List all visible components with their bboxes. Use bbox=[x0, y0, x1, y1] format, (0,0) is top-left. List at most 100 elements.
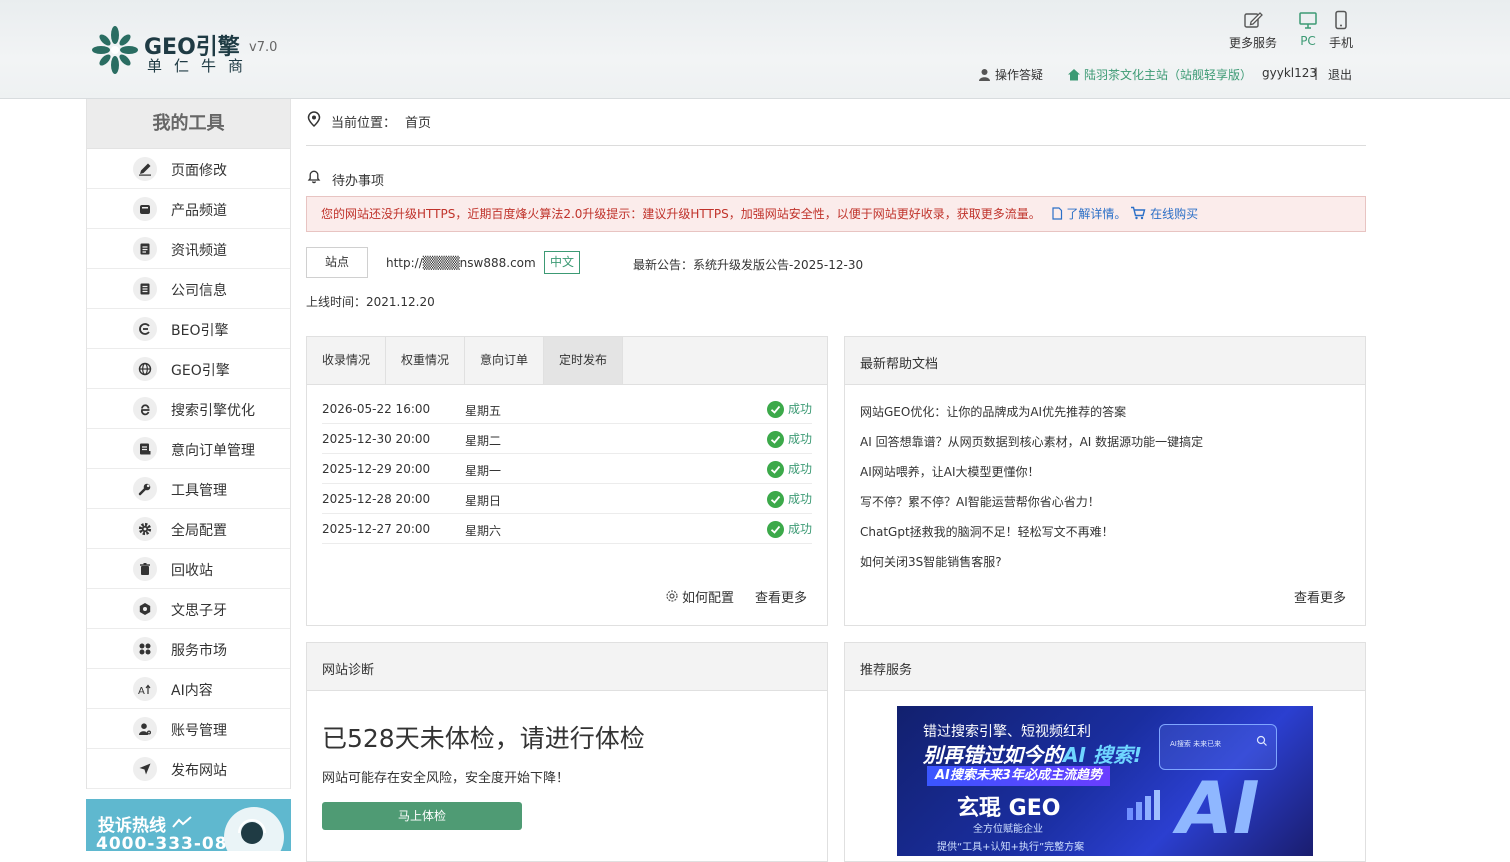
logout-link[interactable]: 退出 bbox=[1328, 66, 1352, 83]
sidebar-item-label: AI内容 bbox=[171, 683, 213, 699]
check-circle-icon bbox=[766, 491, 784, 508]
table-row: 2025-12-29 20:00 星期一 成功 bbox=[322, 454, 812, 484]
sidebar: 我的工具 页面修改 产品频道 资讯频道 公司信息 BEO引擎 GEO引擎 搜索引… bbox=[86, 99, 291, 789]
trash-icon bbox=[133, 557, 157, 581]
wrench-icon bbox=[133, 477, 157, 501]
schedule-panel: 收录情况 权重情况 意向订单 定时发布 2026-05-22 16:00 星期五… bbox=[306, 336, 828, 626]
help-more-link[interactable]: 查看更多 bbox=[1294, 587, 1346, 606]
help-label: 操作答疑 bbox=[995, 68, 1044, 82]
breadcrumb: 当前位置： 首页 bbox=[306, 108, 1366, 146]
sidebar-item-account[interactable]: 账号管理 bbox=[87, 709, 290, 749]
settings-icon bbox=[666, 590, 678, 602]
pen-icon bbox=[133, 157, 157, 181]
sidebar-item-label: 搜索引擎优化 bbox=[171, 403, 255, 419]
diagnosis-title: 网站诊断 bbox=[322, 663, 375, 678]
sidebar-item-ai-content[interactable]: A AI内容 bbox=[87, 669, 290, 709]
sidebar-item-label: 页面修改 bbox=[171, 163, 227, 179]
hotline-number: 4000-333-087 bbox=[96, 834, 241, 851]
tab-orders[interactable]: 意向订单 bbox=[465, 337, 544, 384]
sidebar-item-geo[interactable]: GEO引擎 bbox=[87, 349, 290, 389]
details-link[interactable]: 了解详情。 bbox=[1066, 207, 1126, 221]
mobile-view-button[interactable]: 手机 bbox=[1327, 10, 1355, 51]
row-status: 成功 bbox=[787, 492, 812, 506]
sidebar-item-tools[interactable]: 工具管理 bbox=[87, 469, 290, 509]
help-doc-link[interactable]: 写不停？累不停？AI智能运营帮你省心省力！ bbox=[860, 493, 1100, 510]
location-pin-icon bbox=[307, 111, 321, 127]
breadcrumb-current[interactable]: 首页 bbox=[405, 112, 431, 131]
logo[interactable]: GEO引擎 v7.0 单仁牛商 bbox=[92, 26, 292, 76]
svg-text:A: A bbox=[138, 686, 145, 696]
how-to-config-label: 如何配置 bbox=[682, 591, 735, 606]
table-row: 2025-12-28 20:00 星期日 成功 bbox=[322, 484, 812, 514]
row-weekday: 星期六 bbox=[465, 524, 502, 538]
sidebar-item-page-edit[interactable]: 页面修改 bbox=[87, 149, 290, 189]
buy-online-link[interactable]: 在线购买 bbox=[1150, 207, 1198, 221]
table-row: 2026-05-22 16:00 星期五 成功 bbox=[322, 394, 812, 424]
row-status: 成功 bbox=[787, 522, 812, 536]
row-status: 成功 bbox=[787, 402, 812, 416]
send-icon bbox=[133, 757, 157, 781]
sidebar-item-recycle-bin[interactable]: 回收站 bbox=[87, 549, 290, 589]
pc-view-button[interactable]: PC bbox=[1296, 10, 1320, 48]
sidebar-item-beo[interactable]: BEO引擎 bbox=[87, 309, 290, 349]
sidebar-item-orders[interactable]: 意向订单管理 bbox=[87, 429, 290, 469]
user-gear-icon bbox=[133, 717, 157, 741]
row-datetime: 2026-05-22 16:00 bbox=[322, 402, 431, 416]
more-services-button[interactable]: 更多服务 bbox=[1228, 10, 1278, 51]
row-weekday: 星期一 bbox=[465, 464, 502, 478]
banner-line4: 玄琨 GEO bbox=[957, 796, 1061, 821]
site-button[interactable]: 站点 bbox=[306, 247, 368, 278]
tab-indexing[interactable]: 收录情况 bbox=[307, 337, 386, 384]
help-link[interactable]: 操作答疑 bbox=[978, 66, 1043, 83]
complaint-hotline[interactable]: 投诉热线 4000-333-087 bbox=[86, 799, 291, 851]
https-alert: 您的网站还没升级HTTPS，近期百度烽火算法2.0升级提示：建议升级HTTPS，… bbox=[306, 196, 1366, 232]
site-url[interactable]: http://▒▒▒▒nsw888.com bbox=[386, 256, 536, 270]
sidebar-item-label: BEO引擎 bbox=[171, 323, 229, 339]
tab-scheduled-publish[interactable]: 定时发布 bbox=[544, 337, 623, 384]
sidebar-item-global-config[interactable]: 全局配置 bbox=[87, 509, 290, 549]
language-badge[interactable]: 中文 bbox=[544, 251, 580, 274]
support-agent-image bbox=[224, 807, 284, 851]
latest-notice[interactable]: 最新公告：系统升级发版公告-2025-12-30 bbox=[633, 256, 863, 273]
sidebar-item-service-market[interactable]: 服务市场 bbox=[87, 629, 290, 669]
banner-line2-em: AI 搜索! bbox=[1063, 743, 1143, 767]
news-icon bbox=[133, 237, 157, 261]
help-doc-link[interactable]: AI 回答想靠谱？从网页数据到核心素材，AI 数据源功能一键搞定 bbox=[860, 433, 1203, 450]
sidebar-item-label: 发布网站 bbox=[171, 763, 227, 779]
help-doc-link[interactable]: 网站GEO优化：让你的品牌成为AI优先推荐的答案 bbox=[860, 403, 1126, 420]
row-datetime: 2025-12-27 20:00 bbox=[322, 522, 431, 536]
ai-icon: A bbox=[133, 677, 157, 701]
logo-mark-icon bbox=[92, 26, 138, 74]
help-doc-link[interactable]: 如何关闭3S智能销售客服? bbox=[860, 553, 1002, 570]
sidebar-item-seo[interactable]: 搜索引擎优化 bbox=[87, 389, 290, 429]
how-to-config-link[interactable]: 如何配置 bbox=[665, 587, 734, 606]
help-doc-link[interactable]: AI网站喂养，让AI大模型更懂你！ bbox=[860, 463, 1040, 480]
monitor-icon bbox=[1299, 12, 1317, 29]
notice-text: 系统升级发版公告-2025-12-30 bbox=[693, 258, 864, 272]
check-circle-icon bbox=[766, 401, 784, 418]
geo-promo-banner[interactable]: 错过搜索引擎、短视频红利 别再错过如今的AI 搜索! AI搜索未来3年必成主流趋… bbox=[897, 706, 1313, 856]
sidebar-item-label: 全局配置 bbox=[171, 523, 227, 539]
sidebar-item-publish[interactable]: 发布网站 bbox=[87, 749, 290, 789]
sidebar-item-label: GEO引擎 bbox=[171, 363, 230, 379]
help-doc-link[interactable]: ChatGpt拯救我的脑洞不足！轻松写文不再难！ bbox=[860, 523, 1114, 540]
sidebar-item-products[interactable]: 产品频道 bbox=[87, 189, 290, 229]
sidebar-item-news[interactable]: 资讯频道 bbox=[87, 229, 290, 269]
tab-weight[interactable]: 权重情况 bbox=[386, 337, 465, 384]
order-icon bbox=[133, 437, 157, 461]
logo-subtitle: 单仁牛商 bbox=[147, 57, 256, 75]
sidebar-item-label: 产品频道 bbox=[171, 203, 227, 219]
start-checkup-button[interactable]: 马上体检 bbox=[322, 802, 522, 830]
check-circle-icon bbox=[766, 461, 784, 478]
banner-ai-text: AI bbox=[1177, 766, 1260, 850]
help-docs-panel: 最新帮助文档 网站GEO优化：让你的品牌成为AI优先推荐的答案 AI 回答想靠谱… bbox=[844, 336, 1366, 626]
schedule-more-link[interactable]: 查看更多 bbox=[755, 587, 807, 606]
sidebar-item-company-info[interactable]: 公司信息 bbox=[87, 269, 290, 309]
sidebar-item-wensi[interactable]: 文思子牙 bbox=[87, 589, 290, 629]
banner-line2: 别再错过如今的AI 搜索! bbox=[923, 739, 1142, 768]
cart-icon bbox=[1131, 206, 1146, 220]
row-datetime: 2025-12-29 20:00 bbox=[322, 462, 431, 476]
site-name-link[interactable]: 陆羽茶文化主站（站舰轻享版） bbox=[1067, 66, 1252, 83]
sidebar-item-label: 账号管理 bbox=[171, 723, 227, 739]
sidebar-item-label: 公司信息 bbox=[171, 283, 227, 299]
